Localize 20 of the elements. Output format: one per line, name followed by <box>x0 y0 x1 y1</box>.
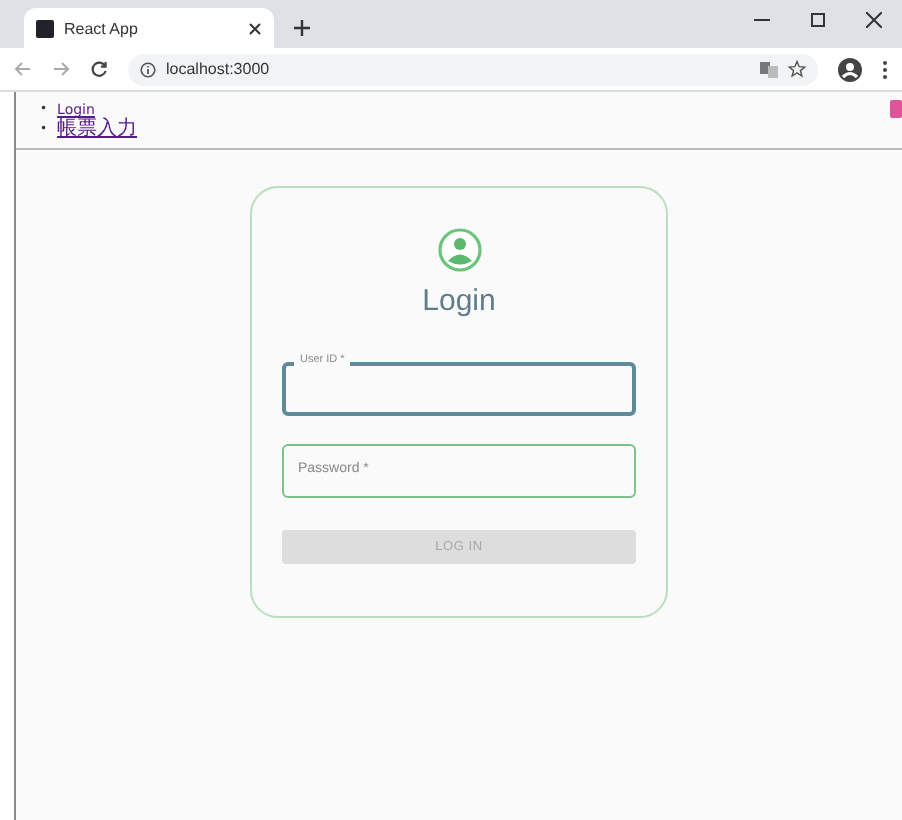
info-icon <box>140 61 156 77</box>
reload-icon[interactable] <box>90 60 108 78</box>
maximize-icon[interactable] <box>810 12 826 28</box>
tab-title: React App <box>64 19 140 37</box>
profile-icon[interactable] <box>838 57 862 81</box>
address-bar[interactable]: localhost:3000 <box>128 53 818 85</box>
app-icon <box>36 19 54 37</box>
url-text: localhost:3000 <box>166 60 272 78</box>
menu-icon[interactable] <box>882 59 888 79</box>
extension-badge <box>890 100 902 118</box>
login-title: Login <box>422 284 496 318</box>
new-tab-icon[interactable] <box>294 20 310 36</box>
close-icon[interactable] <box>866 12 882 28</box>
input-field[interactable] <box>282 444 636 498</box>
browser-tab[interactable]: React App <box>24 8 274 48</box>
nav-link[interactable]: 帳票入力 <box>57 118 138 140</box>
close-icon[interactable] <box>248 21 262 35</box>
star-icon[interactable] <box>788 60 806 78</box>
translate-icon[interactable] <box>760 60 778 78</box>
user-avatar-icon <box>437 228 481 272</box>
